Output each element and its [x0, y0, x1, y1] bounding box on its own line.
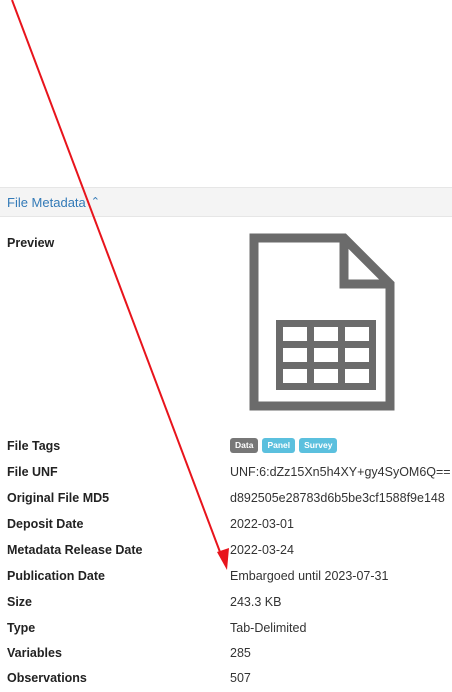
tag-data[interactable]: Data — [230, 438, 259, 454]
deposit-date-label: Deposit Date — [7, 517, 84, 531]
metadata-release-date-label: Metadata Release Date — [7, 543, 143, 557]
observations-value: 507 — [230, 671, 251, 685]
file-tags-label: File Tags — [7, 439, 61, 453]
chevron-up-icon[interactable]: ⌃ — [91, 196, 100, 208]
variables-value: 285 — [230, 646, 251, 660]
original-md5-label: Original File MD5 — [7, 491, 110, 505]
arrow-head-icon — [217, 548, 229, 570]
type-value: Tab-Delimited — [230, 621, 307, 635]
size-label: Size — [7, 595, 33, 609]
tabular-file-icon — [249, 233, 395, 411]
type-label: Type — [7, 621, 36, 635]
size-value: 243.3 KB — [230, 595, 282, 609]
file-tags-list: Data Panel Survey — [230, 438, 338, 454]
observations-label: Observations — [7, 671, 87, 685]
variables-label: Variables — [7, 646, 62, 660]
publication-date-label: Publication Date — [7, 569, 105, 583]
file-metadata-title[interactable]: File Metadata — [7, 195, 86, 210]
original-md5-value: d892505e28783d6b5be3cf1588f9e148 — [230, 491, 445, 505]
metadata-release-date-value: 2022-03-24 — [230, 543, 294, 557]
publication-date-value: Embargoed until 2023-07-31 — [230, 569, 389, 583]
deposit-date-value: 2022-03-01 — [230, 517, 294, 531]
file-unf-value: UNF:6:dZz15Xn5h4XY+gy4SyOM6Q== — [230, 465, 451, 479]
file-metadata-toggle[interactable]: File Metadata ⌃ — [0, 187, 452, 217]
tag-survey[interactable]: Survey — [299, 438, 338, 454]
file-metadata-page: File Metadata ⌃ Preview File Tags Data P… — [0, 0, 452, 692]
preview-label: Preview — [7, 236, 55, 250]
file-unf-label: File UNF — [7, 465, 58, 479]
tag-panel[interactable]: Panel — [262, 438, 296, 454]
